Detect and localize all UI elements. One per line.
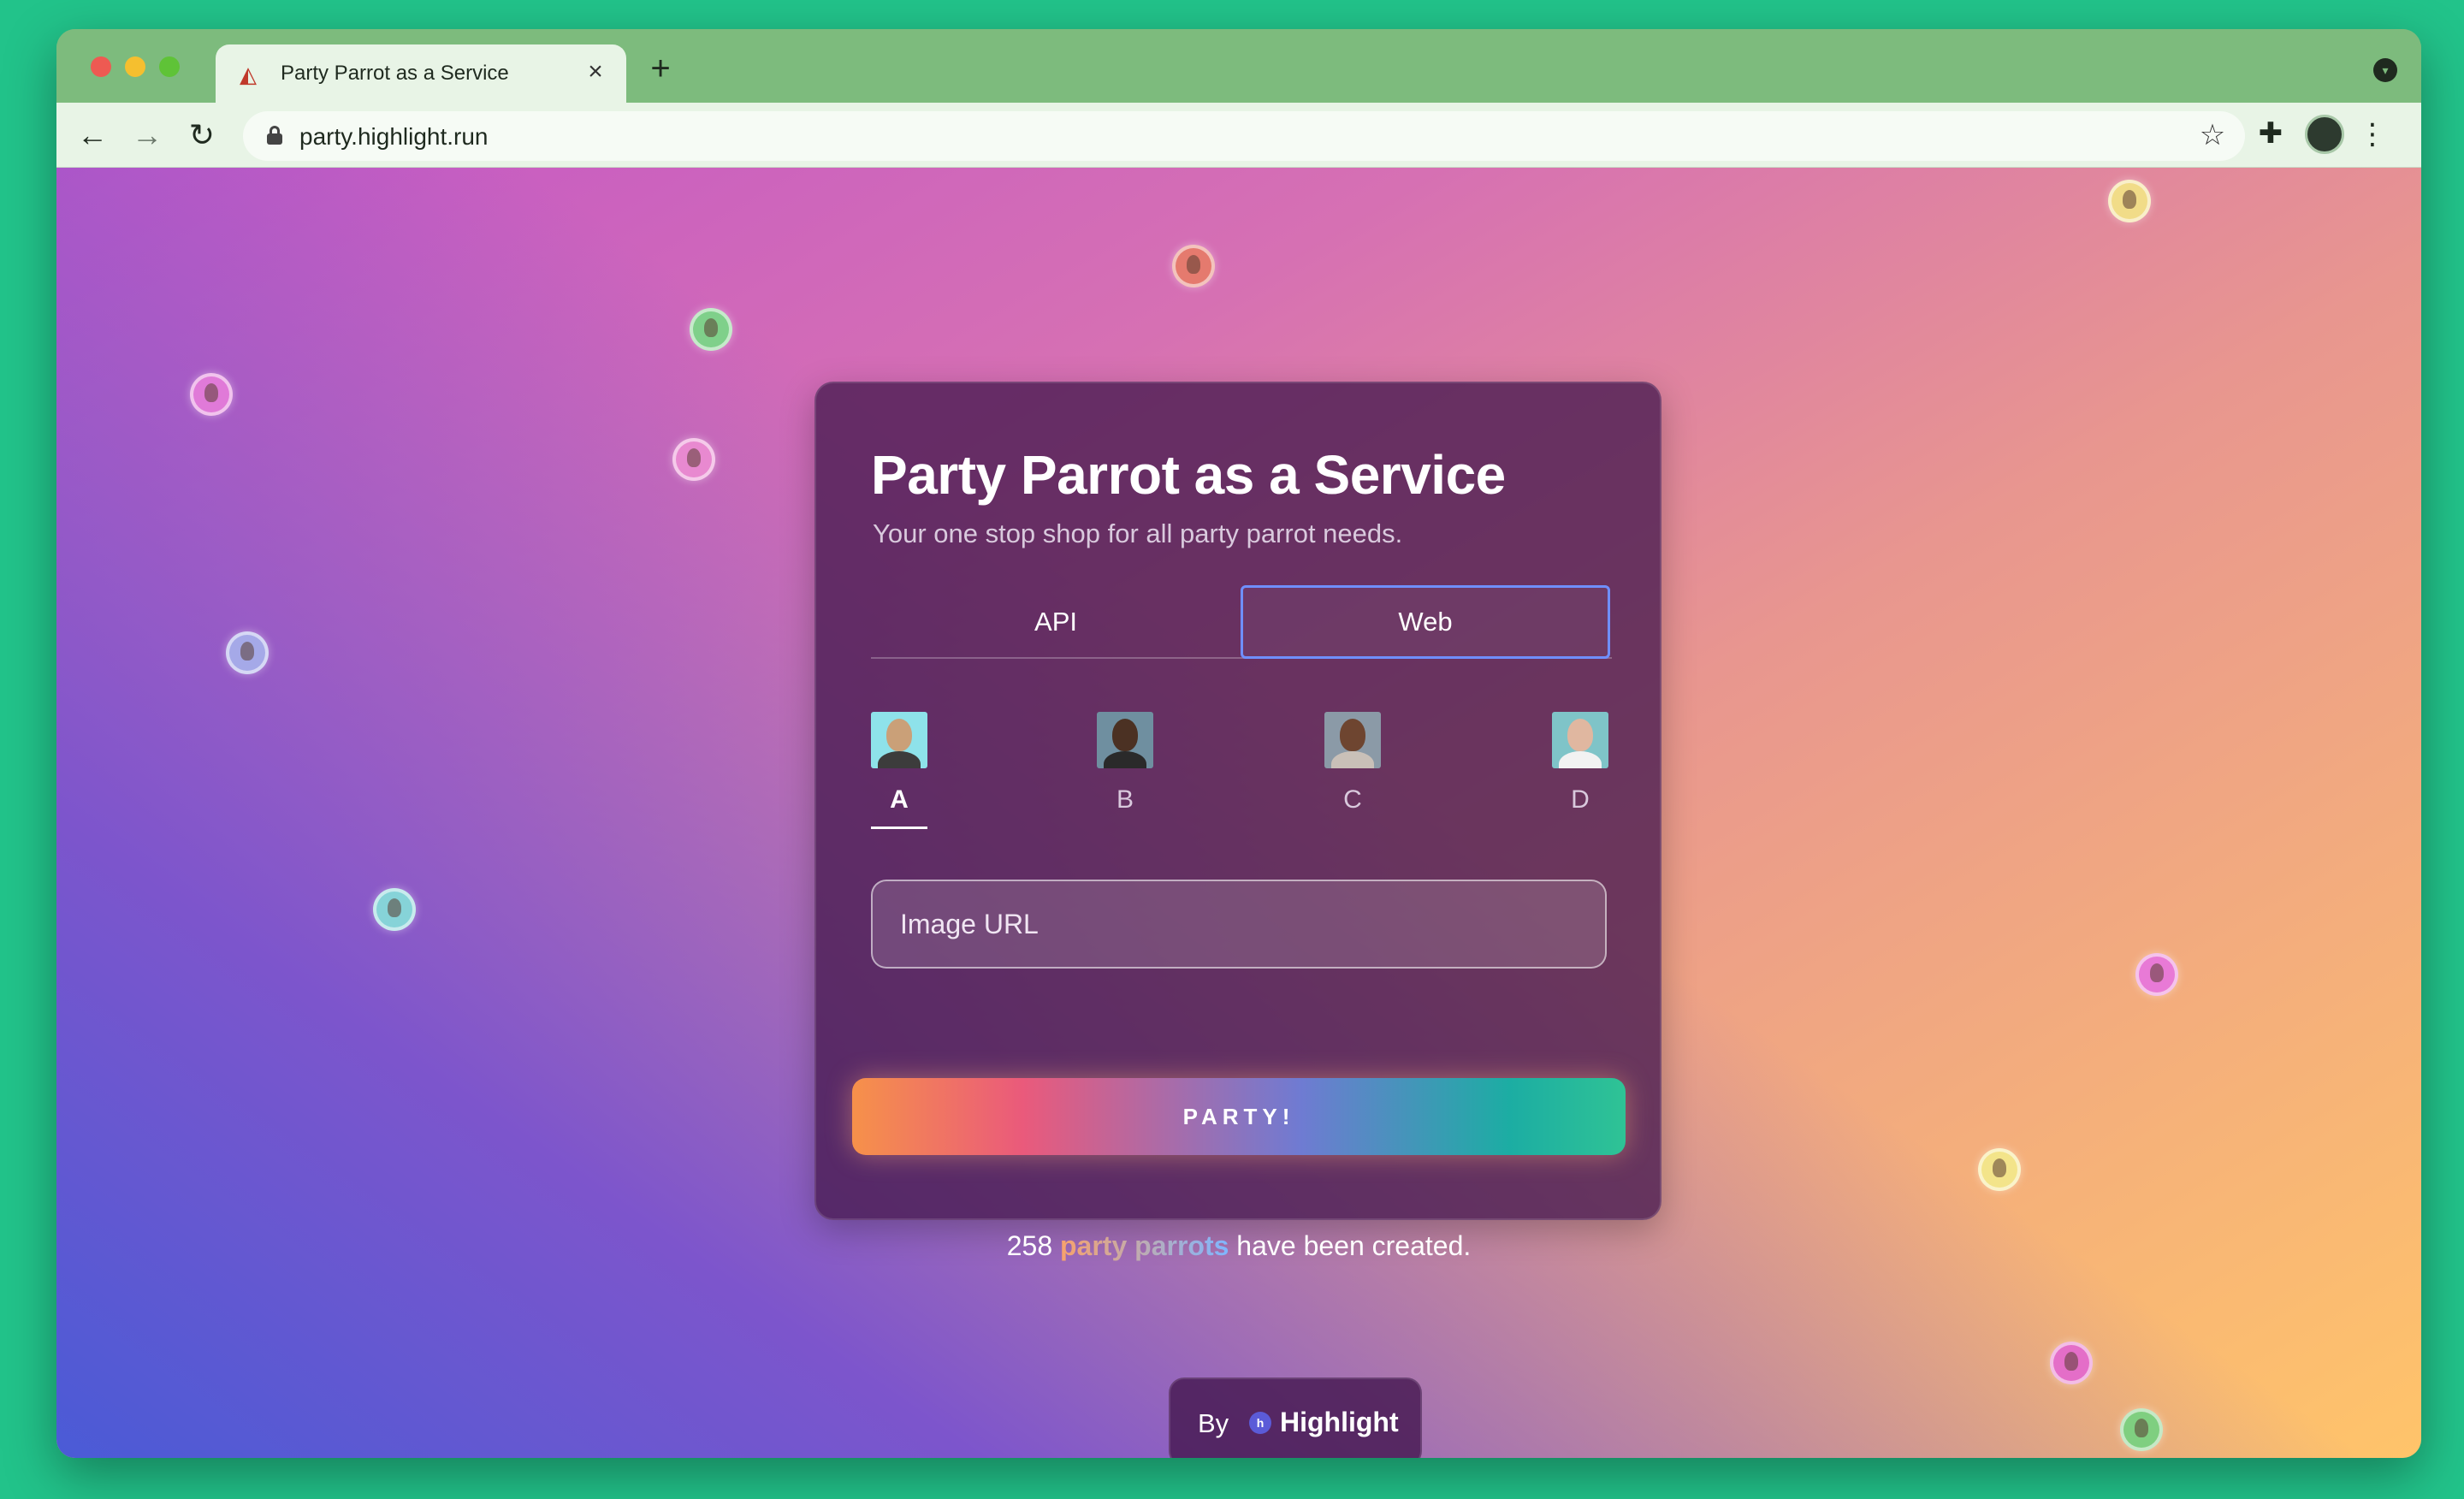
floating-avatar [1978,1148,2021,1191]
preset-label: D [1571,785,1590,814]
by-label: By [1198,1408,1229,1438]
preset-thumbnail[interactable] [871,712,927,768]
floating-avatar [1172,245,1215,287]
active-preset-indicator [871,827,927,829]
back-arrow-icon[interactable]: ← [72,115,113,156]
floating-avatar [690,308,732,351]
floating-avatar [2135,953,2178,996]
preset-option-c[interactable]: C [1324,712,1381,815]
tab-search-icon[interactable]: ▾ [2373,58,2397,82]
close-tab-icon[interactable]: × [580,56,611,87]
tab-web[interactable]: Web [1241,585,1610,659]
browser-tab[interactable]: ◭ Party Parrot as a Service × [216,44,626,103]
floating-avatar [226,631,269,674]
party-parrots-highlight: party parrots [1060,1230,1229,1261]
parrot-counter: 258 party parrots have been created. [56,1230,2421,1262]
new-tab-button[interactable]: + [642,50,679,87]
page-title: Party Parrot as a Service [871,444,1506,506]
url-text[interactable]: party.highlight.run [299,123,489,151]
tab-title: Party Parrot as a Service [281,62,509,85]
highlight-logo-icon: h [1249,1412,1271,1434]
preset-option-b[interactable]: B [1097,712,1153,815]
counter-suffix: have been created. [1236,1230,1472,1261]
bookmark-star-icon[interactable]: ☆ [2195,118,2230,152]
floating-avatar [672,438,715,481]
preset-label: C [1343,785,1362,814]
image-url-input[interactable] [871,880,1607,969]
preset-label: A [890,785,909,814]
parrot-count: 258 [1006,1230,1053,1261]
mode-tabs: API Web [871,585,1612,659]
reload-icon[interactable]: ↻ [181,115,222,156]
floating-avatar [373,888,416,931]
floating-avatar [2050,1342,2093,1384]
parrot-favicon-icon: ◭ [240,62,257,87]
extensions-puzzle-icon[interactable]: ✚ [2252,115,2289,152]
by-highlight-badge[interactable]: By h Highlight [1169,1378,1422,1458]
close-window-button[interactable] [91,56,111,77]
maximize-window-button[interactable] [159,56,180,77]
highlight-brand-name: Highlight [1280,1407,1399,1437]
floating-avatar [2108,180,2151,222]
floating-avatar [190,373,233,416]
page-subtitle: Your one stop shop for all party parrot … [873,518,1403,548]
preset-label: B [1116,785,1134,814]
minimize-window-button[interactable] [125,56,145,77]
tab-api[interactable]: API [871,585,1241,659]
browser-window: ◭ Party Parrot as a Service × + ▾ ← → ↻ … [56,29,2421,1458]
main-card: Party Parrot as a Service Your one stop … [814,382,1661,1220]
preset-avatar-picker: A B C D [871,712,1612,832]
floating-avatar [2120,1408,2163,1451]
preset-option-a[interactable]: A [871,712,927,829]
profile-avatar[interactable] [2305,115,2344,154]
tab-strip: ◭ Party Parrot as a Service × + ▾ [56,29,2421,103]
forward-arrow-icon[interactable]: → [127,115,168,156]
lock-icon[interactable] [267,126,282,145]
more-menu-icon[interactable]: ⋮ [2358,115,2387,154]
page-viewport: Party Parrot as a Service Your one stop … [56,168,2421,1458]
preset-thumbnail[interactable] [1552,712,1608,768]
preset-thumbnail[interactable] [1097,712,1153,768]
party-button[interactable]: PARTY! [852,1078,1626,1155]
address-bar[interactable]: party.highlight.run ☆ [243,111,2245,161]
browser-toolbar: ← → ↻ party.highlight.run ☆ [56,103,2421,168]
preset-thumbnail[interactable] [1324,712,1381,768]
preset-option-d[interactable]: D [1552,712,1608,815]
